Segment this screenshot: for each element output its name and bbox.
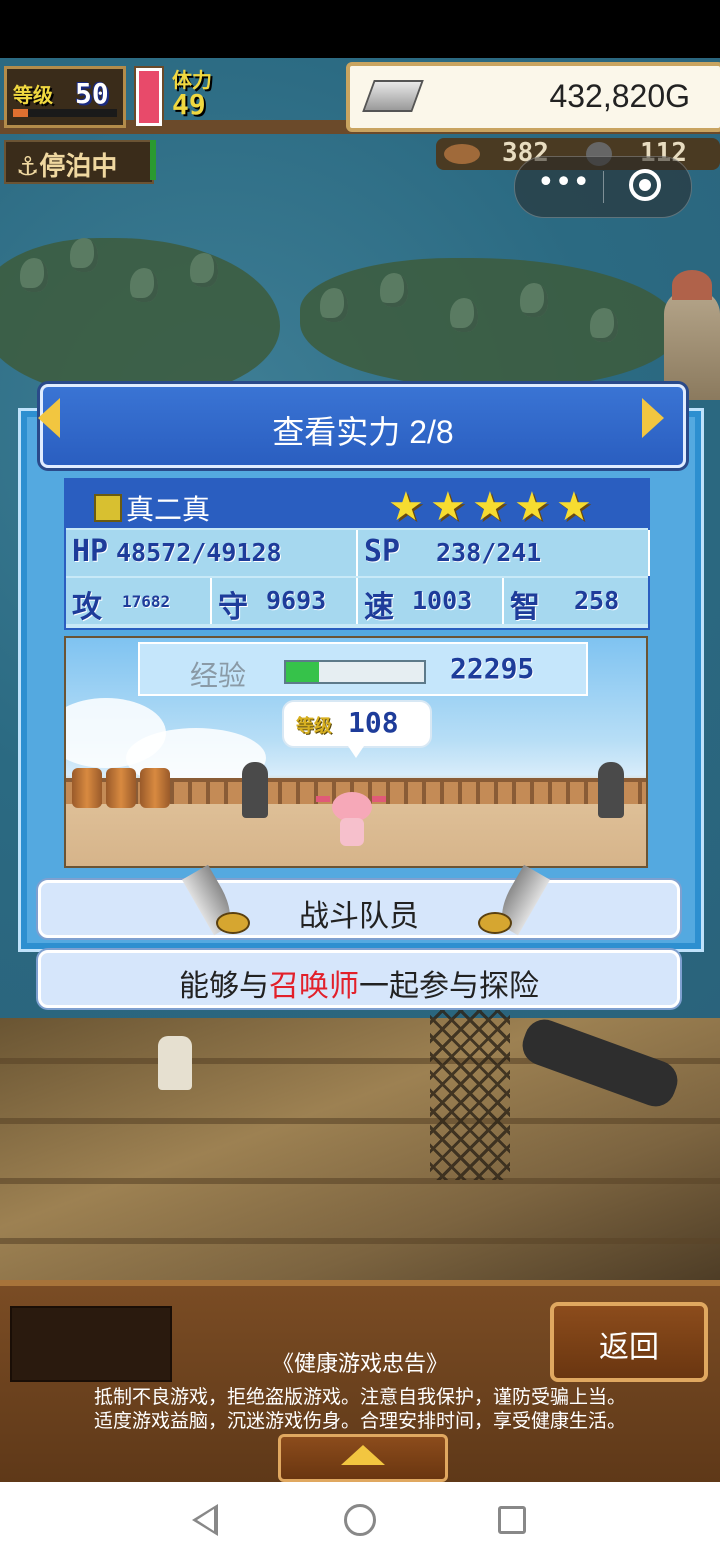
intelligence-cell: 智 258 (504, 578, 648, 625)
player-level-box: 等级 50 (4, 66, 126, 128)
top-hud: 等级 50 体力 49 432,820G (0, 58, 720, 134)
attack-label: 攻 (72, 590, 102, 625)
attack-value: 17682 (122, 592, 171, 611)
defense-value: 9693 (266, 586, 327, 615)
cannon-icon (598, 762, 624, 818)
tree (450, 298, 478, 332)
character-class-icon (94, 494, 122, 522)
gold-display[interactable]: 432,820G (346, 62, 720, 132)
character-name-row: 真二真 ★ ★ ★ ★ ★ (66, 480, 648, 530)
speed-value: 1003 (412, 586, 473, 615)
barrel-icon (140, 768, 170, 808)
sp-label: SP (364, 534, 401, 569)
description-text: 能够与召唤师一起参与探险 (179, 970, 539, 1003)
up-arrow-icon (341, 1445, 385, 1465)
player-exp-bar (13, 109, 117, 117)
island (300, 258, 680, 388)
intelligence-label: 智 (510, 590, 540, 625)
hp-cell: HP 48572/49128 (66, 530, 358, 576)
experience-bar (284, 660, 426, 684)
health-advice-line: 适度游戏益脑，沉迷游戏伤身。合理安排时间，享受健康生活。 (93, 1411, 626, 1432)
defense-label: 守 (218, 590, 248, 625)
next-arrow-icon[interactable] (642, 398, 664, 438)
close-miniprogram-icon[interactable] (629, 169, 661, 201)
tree (70, 238, 98, 272)
more-icon[interactable]: ••• (537, 167, 590, 207)
barrel-icon (106, 768, 136, 808)
role-text: 战斗队员 (299, 900, 419, 933)
level-label: 等级 (13, 83, 53, 107)
sword-hilt-icon (216, 912, 250, 934)
level-value: 50 (75, 77, 109, 110)
bottom-panel: 返回 《健康游戏忠告》 抵制不良游戏，拒绝盗版游戏。注意自我保护，谨防受骗上当。… (0, 1280, 720, 1488)
nav-back-icon[interactable] (192, 1504, 218, 1536)
experience-value: 22295 (450, 652, 535, 685)
tree (20, 258, 48, 292)
speed-cell: 速 1003 (358, 578, 504, 625)
stamina-gauge (134, 66, 164, 128)
star-icon: ★ (556, 484, 592, 530)
dock-status-text: ⚓停泊中 (16, 152, 118, 182)
silver-ingot-icon (362, 80, 424, 112)
star-icon: ★ (430, 484, 466, 530)
barrel-icon (72, 768, 102, 808)
star-icon: ★ (514, 484, 550, 530)
gold-value: 432,820G (549, 78, 690, 114)
previous-arrow-icon[interactable] (38, 398, 60, 438)
ship-rigging (430, 1000, 510, 1180)
stamina-value: 49 (172, 88, 206, 121)
description-highlight: 召唤师 (269, 970, 359, 1003)
tree (380, 273, 408, 307)
experience-label: 经验 (190, 660, 247, 691)
character-level-value: 108 (348, 706, 399, 739)
dialog-title-bar: 查看实力 2/8 (40, 384, 686, 468)
sword-hilt-icon (478, 912, 512, 934)
tree (590, 308, 618, 342)
attack-cell: 攻 17682 (66, 578, 212, 625)
sailor-character[interactable] (158, 1036, 192, 1090)
speed-label: 速 (364, 590, 394, 625)
character-level-label: 等级 (296, 716, 332, 737)
sp-cell: SP 238/241 (358, 530, 650, 576)
star-icon: ★ (388, 484, 424, 530)
capsule-divider (603, 171, 604, 203)
health-advice-line: 抵制不良游戏，拒绝盗版游戏。注意自我保护，谨防受骗上当。 (93, 1387, 626, 1408)
hp-label: HP (72, 534, 109, 569)
dock-indicator (150, 140, 156, 180)
intelligence-value: 258 (574, 586, 620, 615)
defense-cell: 守 9693 (212, 578, 358, 625)
character-stats-table: 真二真 ★ ★ ★ ★ ★ HP 48572/49128 SP 238/241 … (64, 478, 650, 630)
character-name: 真二真 (126, 494, 211, 525)
nav-home-icon[interactable] (344, 1504, 376, 1536)
dialog-title: 查看实力 2/8 (272, 414, 454, 450)
dock-status-badge: ⚓停泊中 (4, 140, 154, 184)
expand-menu-button[interactable] (278, 1434, 448, 1482)
tree (320, 288, 348, 322)
hp-value: 48572/49128 (116, 538, 282, 567)
cannon-icon (242, 762, 268, 818)
food-icon (444, 144, 480, 164)
miniprogram-capsule: ••• (514, 156, 692, 218)
health-advice-title: 《健康游戏忠告》 (271, 1351, 448, 1376)
nav-recent-apps-icon[interactable] (498, 1506, 526, 1534)
description-banner: 能够与召唤师一起参与探险 (38, 950, 680, 1008)
system-navigation-bar (0, 1482, 720, 1560)
status-bar (0, 0, 720, 58)
tree (130, 268, 158, 302)
role-banner: 战斗队员 (38, 880, 680, 938)
star-icon: ★ (472, 484, 508, 530)
experience-box: 经验 22295 (138, 642, 588, 696)
sp-value: 238/241 (436, 538, 542, 567)
character-level-bubble: 等级 108 (282, 700, 432, 758)
tree (520, 283, 548, 317)
character-preview-panel: 经验 22295 等级 108 (64, 636, 648, 868)
tree (190, 253, 218, 287)
character-sprite (316, 788, 386, 850)
